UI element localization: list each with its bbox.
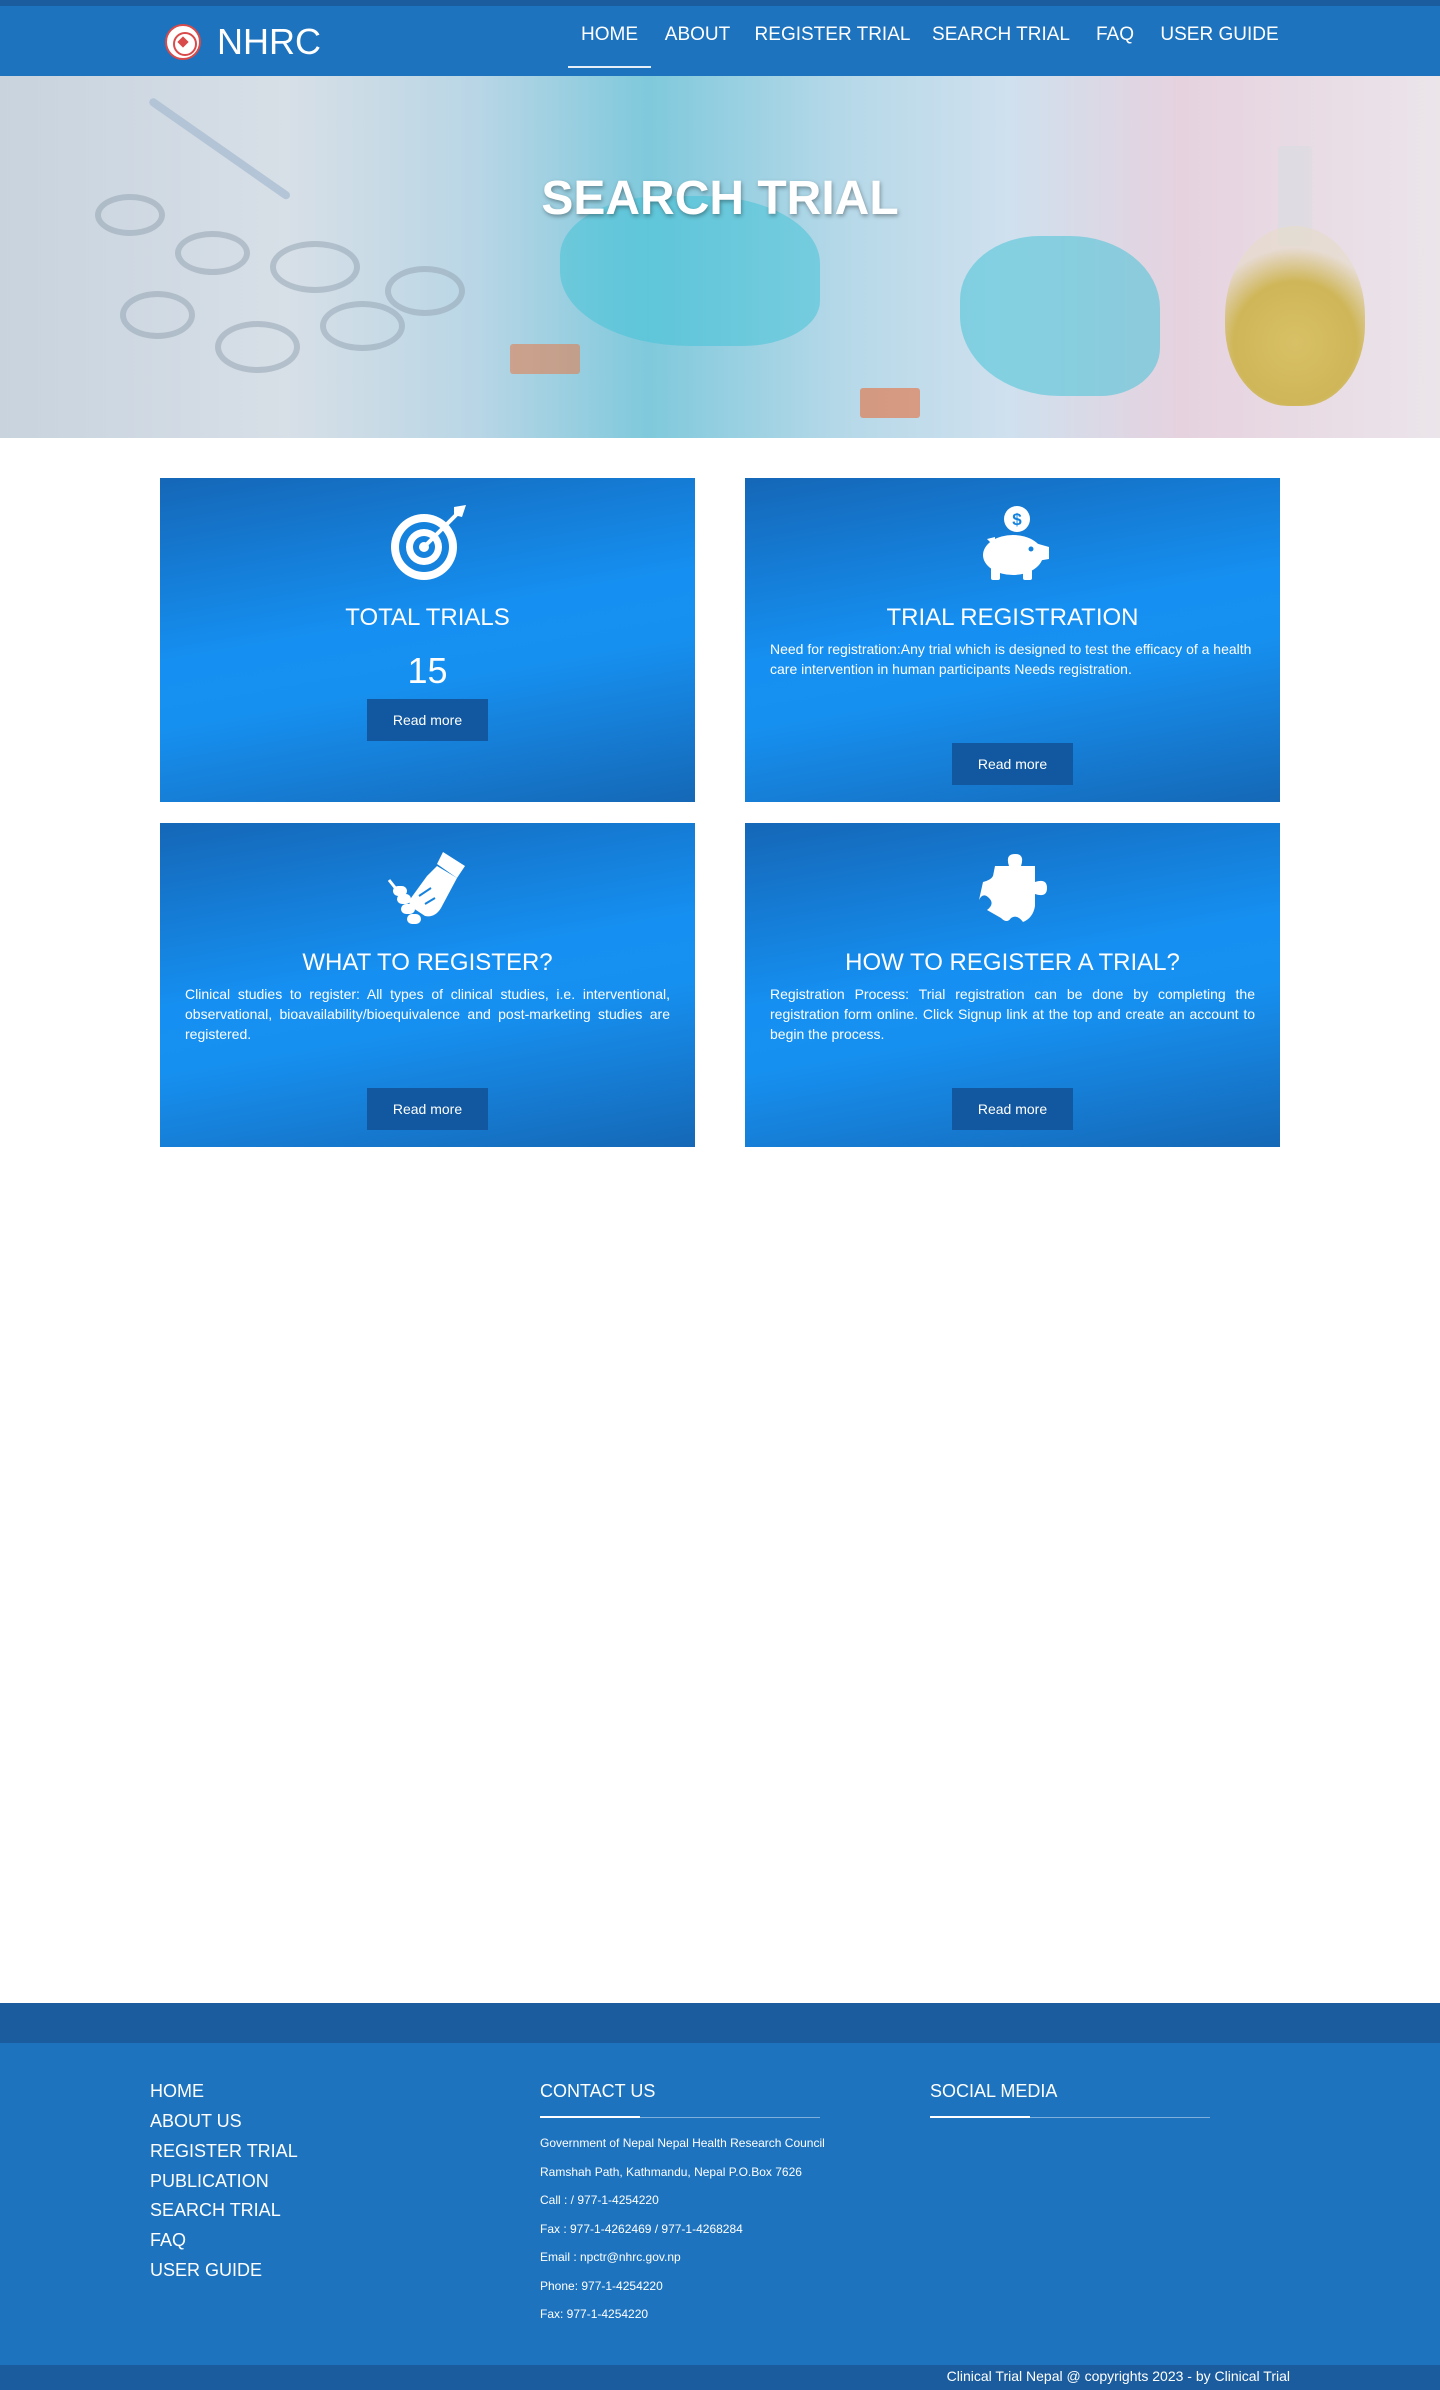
puzzle-icon (745, 848, 1280, 928)
contact-fax: Fax : 977-1-4262469 / 977-1-4268284 (540, 2222, 743, 2236)
footer-link-faq[interactable]: FAQ (150, 2230, 186, 2251)
trial-registration-card: $ TRIAL REGISTRATION Need for registrati… (745, 478, 1280, 802)
nav-user-guide[interactable]: USER GUIDE (1157, 6, 1282, 68)
contact-email: Email : npctr@nhrc.gov.np (540, 2250, 681, 2264)
contact-organization: Government of Nepal Nepal Health Researc… (540, 2136, 825, 2150)
total-trials-count: 15 (407, 650, 448, 691)
contact-call: Call : / 977-1-4254220 (540, 2193, 659, 2207)
footer-link-user-guide[interactable]: USER GUIDE (150, 2260, 262, 2281)
how-to-register-card: HOW TO REGISTER A TRIAL? Registration Pr… (745, 823, 1280, 1147)
copyright-text: Clinical Trial Nepal @ copyrights 2023 -… (946, 2368, 1290, 2384)
card-title: HOW TO REGISTER A TRIAL? (845, 949, 1180, 976)
read-more-button[interactable]: Read more (952, 743, 1073, 785)
what-to-register-card: WHAT TO REGISTER? Clinical studies to re… (160, 823, 695, 1147)
nav-register-trial[interactable]: REGISTER TRIAL (750, 6, 915, 68)
test-tube-graphic (270, 241, 360, 293)
nav-about[interactable]: ABOUT (660, 6, 735, 68)
target-icon (160, 503, 695, 583)
test-tube-graphic (320, 301, 405, 351)
brand-name: NHRC (217, 21, 321, 62)
card-title: TOTAL TRIALS (345, 604, 510, 631)
contact-phone: Phone: 977-1-4254220 (540, 2279, 663, 2293)
social-divider (930, 2116, 1210, 2118)
nav-search-trial[interactable]: SEARCH TRIAL (930, 6, 1072, 68)
read-more-button[interactable]: Read more (952, 1088, 1073, 1130)
glove-graphic (960, 236, 1160, 396)
page-title: SEARCH TRIAL (541, 172, 899, 225)
nav-home[interactable]: HOME (568, 6, 651, 68)
contact-fax-2: Fax: 977-1-4254220 (540, 2307, 649, 2321)
card-description: Clinical studies to register: All types … (185, 986, 670, 1042)
read-more-button[interactable]: Read more (367, 699, 488, 741)
copyright-bar: Clinical Trial Nepal @ copyrights 2023 -… (0, 2365, 1440, 2390)
contact-address: Ramshah Path, Kathmandu, Nepal P.O.Box 7… (540, 2165, 802, 2179)
footer-link-search-trial[interactable]: SEARCH TRIAL (150, 2200, 281, 2221)
footer-link-about-us[interactable]: ABOUT US (150, 2111, 242, 2132)
flask-graphic (1225, 226, 1365, 406)
card-title: TRIAL REGISTRATION (886, 604, 1139, 631)
test-tube-graphic (215, 321, 300, 373)
total-trials-card: TOTAL TRIALS 15 Read more (160, 478, 695, 802)
sample-tray-graphic (860, 388, 920, 418)
nav-faq[interactable]: FAQ (1088, 6, 1142, 68)
test-tube-graphic (385, 266, 465, 316)
hero-banner: SEARCH TRIAL (0, 76, 1440, 438)
card-description: Need for registration:Any trial which is… (770, 641, 1252, 677)
test-tube-graphic (175, 231, 250, 275)
footer-link-home[interactable]: HOME (150, 2081, 204, 2102)
nhrc-logo-icon (165, 24, 201, 60)
svg-text:$: $ (1012, 510, 1022, 529)
contact-heading: CONTACT US (540, 2081, 656, 2101)
social-media-heading: SOCIAL MEDIA (930, 2081, 1058, 2101)
footer: HOME ABOUT US REGISTER TRIAL PUBLICATION… (0, 2043, 1440, 2365)
footer-top-bar (0, 2003, 1440, 2043)
footer-link-publication[interactable]: PUBLICATION (150, 2171, 269, 2192)
contact-divider (540, 2116, 820, 2118)
handshake-icon (160, 848, 695, 928)
navbar: NHRC HOME ABOUT REGISTER TRIAL SEARCH TR… (0, 6, 1440, 76)
piggy-bank-icon: $ (745, 503, 1280, 583)
card-description: Registration Process: Trial registration… (770, 986, 1255, 1042)
sample-tray-graphic (510, 344, 580, 374)
test-tube-graphic (120, 291, 195, 339)
footer-link-register-trial[interactable]: REGISTER TRIAL (150, 2141, 298, 2162)
read-more-button[interactable]: Read more (367, 1088, 488, 1130)
brand[interactable]: NHRC (165, 20, 321, 64)
card-title: WHAT TO REGISTER? (302, 949, 553, 976)
